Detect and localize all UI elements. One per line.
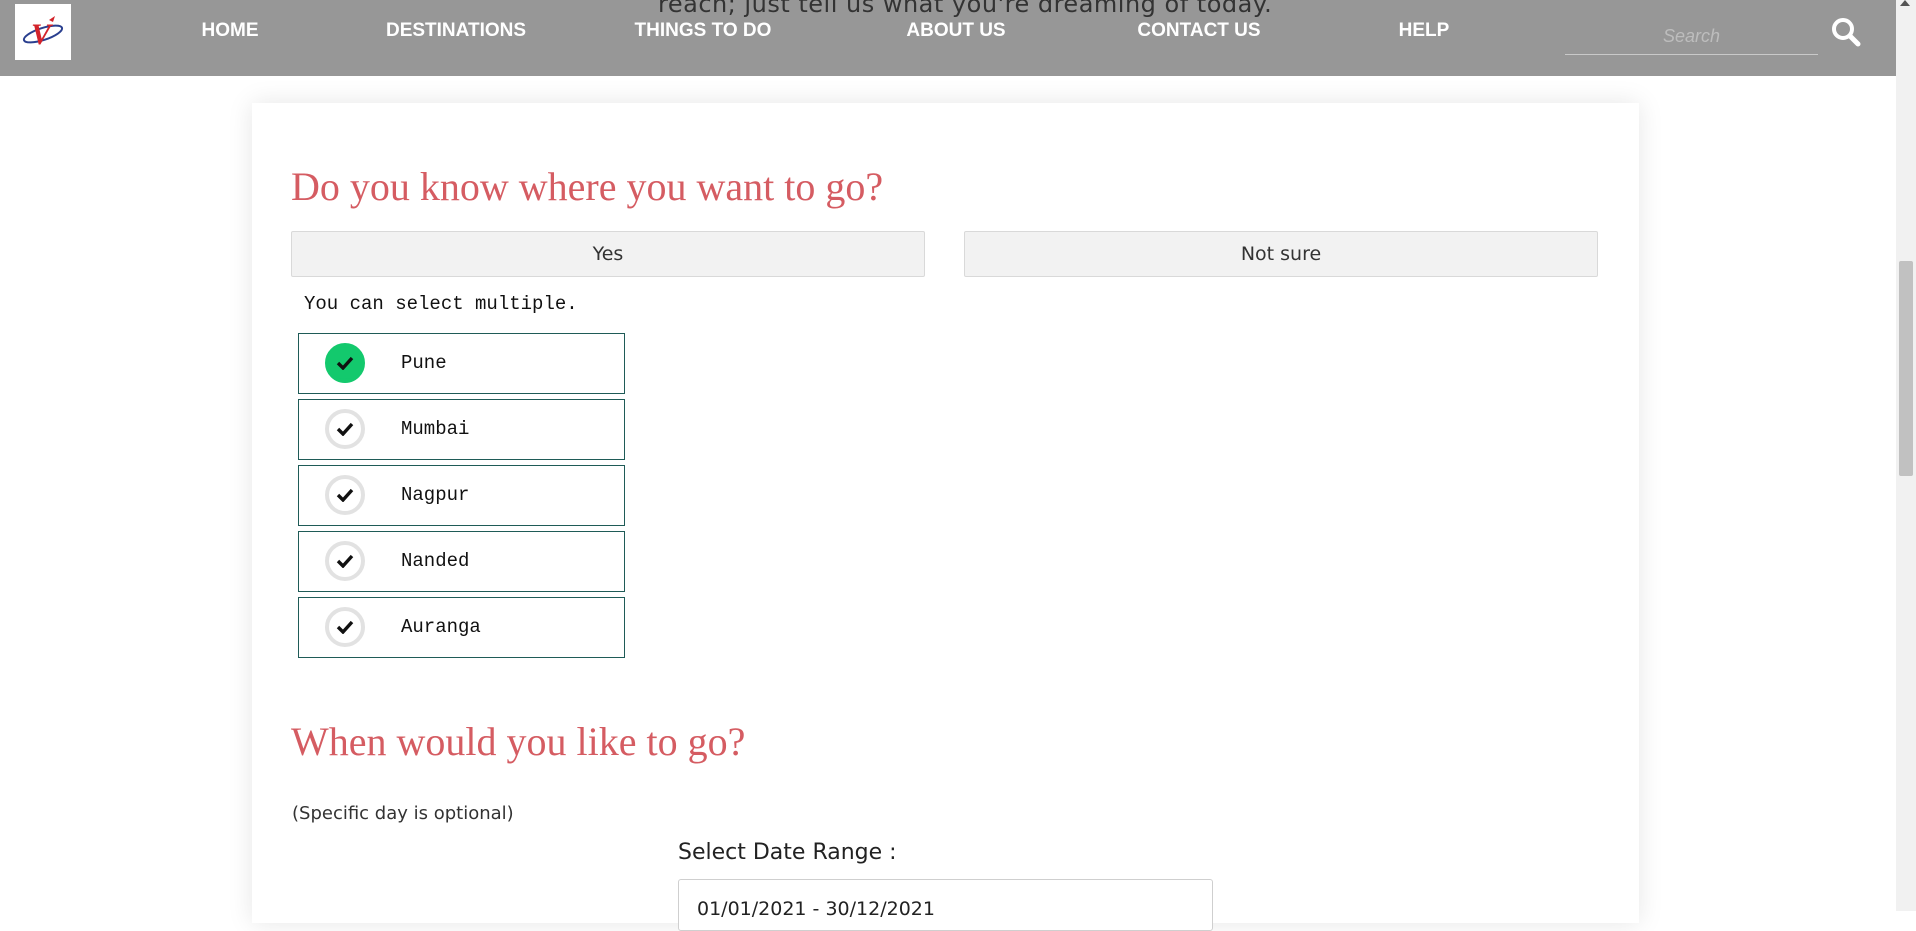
when-question-title: When would you like to go? [291,719,746,764]
date-range-label: Select Date Range : [678,840,897,865]
check-icon [325,607,365,647]
optional-day-note: (Specific day is optional) [292,803,514,824]
top-navbar: reach; just tell us what you're dreaming… [0,0,1896,76]
search-button[interactable] [1830,16,1862,48]
not-sure-button[interactable]: Not sure [964,231,1598,277]
where-question-title: Do you know where you want to go? [291,164,884,209]
option-label: Mumbai [401,418,470,440]
logo-letter: V [31,18,54,51]
destination-option-mumbai[interactable]: Mumbai [298,399,625,460]
check-icon [325,343,365,383]
destination-option-nagpur[interactable]: Nagpur [298,465,625,526]
planner-card: Do you know where you want to go? Yes No… [252,103,1639,931]
search-icon [1832,18,1861,47]
scroll-up-arrow-icon[interactable] [1900,0,1910,6]
destination-option-auranga[interactable]: Auranga [298,597,625,658]
option-label: Auranga [401,616,481,638]
option-label: Nanded [401,550,470,572]
destination-option-pune[interactable]: Pune [298,333,625,394]
scrollbar-thumb[interactable] [1899,261,1913,476]
check-icon [325,541,365,581]
yes-button[interactable]: Yes [291,231,925,277]
nav-contact-us[interactable]: CONTACT US [1137,20,1260,42]
hero-tagline: reach; just tell us what you're dreaming… [658,0,1273,18]
destination-option-nanded[interactable]: Nanded [298,531,625,592]
nav-home[interactable]: HOME [202,20,259,42]
nav-about-us[interactable]: ABOUT US [906,20,1005,42]
logo-icon: V [22,16,64,51]
select-multiple-hint: You can select multiple. [304,293,578,315]
option-label: Pune [401,352,447,374]
nav-things-to-do[interactable]: THINGS TO DO [635,20,772,42]
nav-destinations[interactable]: DESTINATIONS [386,20,526,42]
check-icon [325,409,365,449]
check-icon [325,475,365,515]
date-range-input[interactable]: 01/01/2021 - 30/12/2021 [678,879,1213,931]
site-logo[interactable]: V [15,4,71,60]
page-scrollbar[interactable] [1896,0,1916,911]
option-label: Nagpur [401,484,470,506]
nav-help[interactable]: HELP [1399,20,1450,42]
search-input[interactable] [1565,18,1818,55]
